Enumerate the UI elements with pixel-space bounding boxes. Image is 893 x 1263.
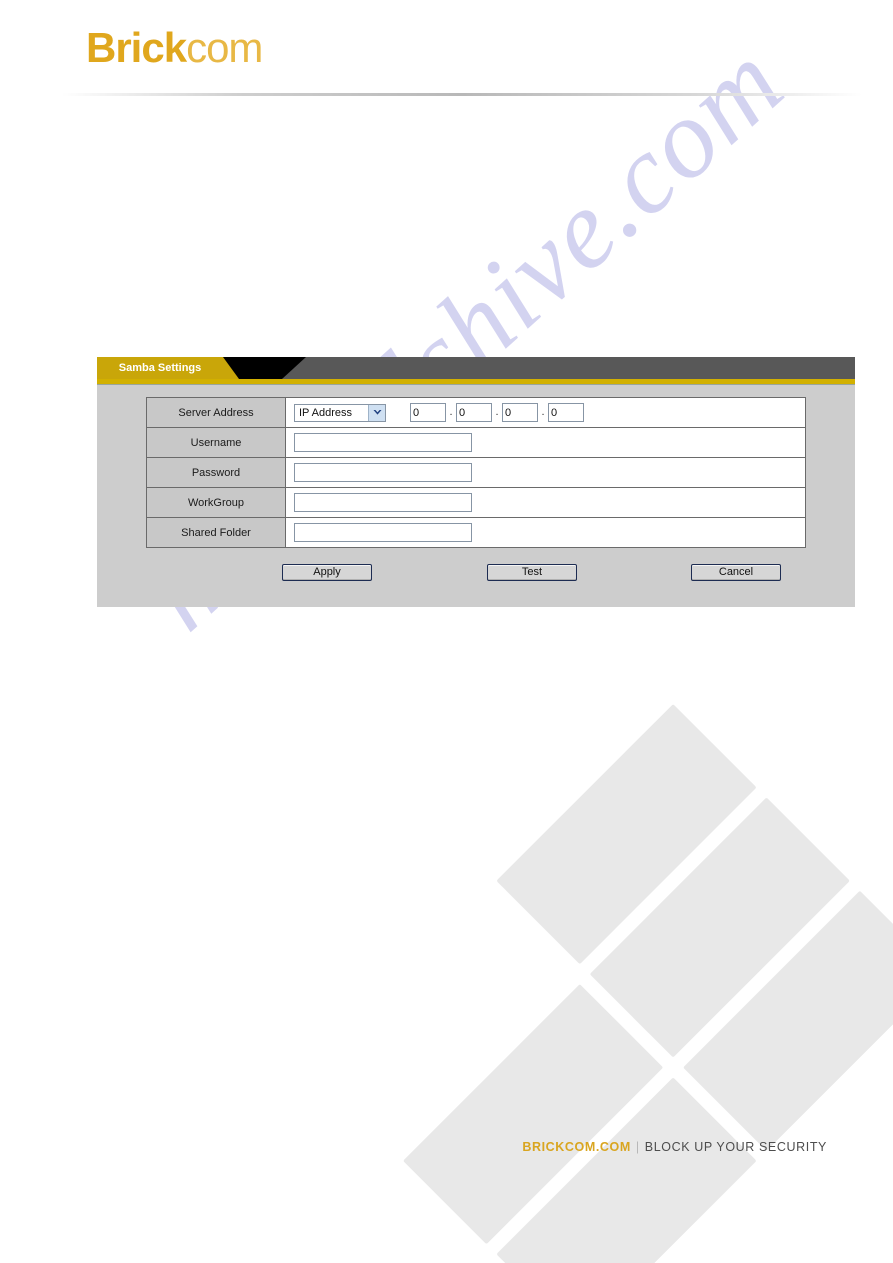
tab-samba-settings[interactable]: Samba Settings <box>97 357 223 379</box>
label-server-address: Server Address <box>146 397 286 428</box>
server-address-mode-value: IP Address <box>299 406 352 419</box>
panel-body: Server Address IP Address 0 . 0 . 0 . 0 … <box>97 385 855 607</box>
label-shared-folder: Shared Folder <box>146 517 286 548</box>
label-workgroup: WorkGroup <box>146 487 286 518</box>
workgroup-input[interactable] <box>294 493 472 513</box>
value-username <box>285 427 806 458</box>
ip-dot-separator: . <box>495 406 499 418</box>
value-password <box>285 457 806 488</box>
deco-brick <box>403 984 663 1244</box>
ip-address-octets: . . . <box>410 403 584 422</box>
deco-brick <box>497 1078 756 1263</box>
tab-slant-edge <box>223 357 239 379</box>
table-row: Username <box>146 427 806 458</box>
footer-tagline: BLOCK UP YOUR SECURITY <box>644 1140 827 1154</box>
server-address-mode-select[interactable]: IP Address <box>294 403 386 422</box>
deco-brick <box>590 798 850 1057</box>
value-shared-folder <box>285 517 806 548</box>
footer-divider: | <box>635 1140 640 1154</box>
brickcom-logo: Brickcom <box>86 24 263 71</box>
ip-octet-2[interactable] <box>456 403 492 422</box>
samba-settings-panel: Samba Settings Server Address IP Address <box>97 357 855 607</box>
samba-settings-form: Server Address IP Address 0 . 0 . 0 . 0 … <box>146 397 806 548</box>
username-input[interactable] <box>294 433 472 453</box>
label-password: Password <box>146 457 286 488</box>
chevron-down-icon[interactable] <box>368 404 385 421</box>
panel-title-bar: Samba Settings <box>97 357 855 379</box>
table-row: Shared Folder <box>146 517 806 548</box>
footer-branding: BRICKCOM.COM | BLOCK UP YOUR SECURITY <box>522 1140 827 1154</box>
table-row: Password <box>146 457 806 488</box>
ip-octet-4[interactable] <box>548 403 584 422</box>
ip-octet-1[interactable] <box>410 403 446 422</box>
deco-brick <box>497 704 756 964</box>
test-button[interactable]: Test <box>487 564 577 581</box>
panel-button-row: Apply Test Cancel <box>146 564 806 581</box>
panel-gray-slant <box>282 357 855 379</box>
shared-folder-input[interactable] <box>294 523 472 543</box>
header-divider <box>62 93 862 96</box>
label-username: Username <box>146 427 286 458</box>
page-header: Brickcom <box>0 0 893 100</box>
logo-text-brick: Brick <box>86 24 187 71</box>
button-row-lead-spacer <box>146 564 282 581</box>
ip-octet-3[interactable] <box>502 403 538 422</box>
ip-dot-separator: . <box>541 406 545 418</box>
value-server-address: IP Address . <box>285 397 806 428</box>
password-input[interactable] <box>294 463 472 483</box>
cancel-button[interactable]: Cancel <box>691 564 781 581</box>
background-decoration <box>403 704 893 1263</box>
table-row: Server Address IP Address 0 . 0 . 0 . 0 <box>146 397 806 428</box>
deco-brick <box>683 891 893 1151</box>
button-spacer <box>372 564 487 581</box>
logo-text-com: com <box>186 24 263 71</box>
button-spacer <box>577 564 691 581</box>
ip-dot-separator: . <box>449 406 453 418</box>
value-workgroup <box>285 487 806 518</box>
footer-brand: BRICKCOM.COM <box>522 1140 631 1154</box>
table-row: WorkGroup <box>146 487 806 518</box>
apply-button[interactable]: Apply <box>282 564 372 581</box>
